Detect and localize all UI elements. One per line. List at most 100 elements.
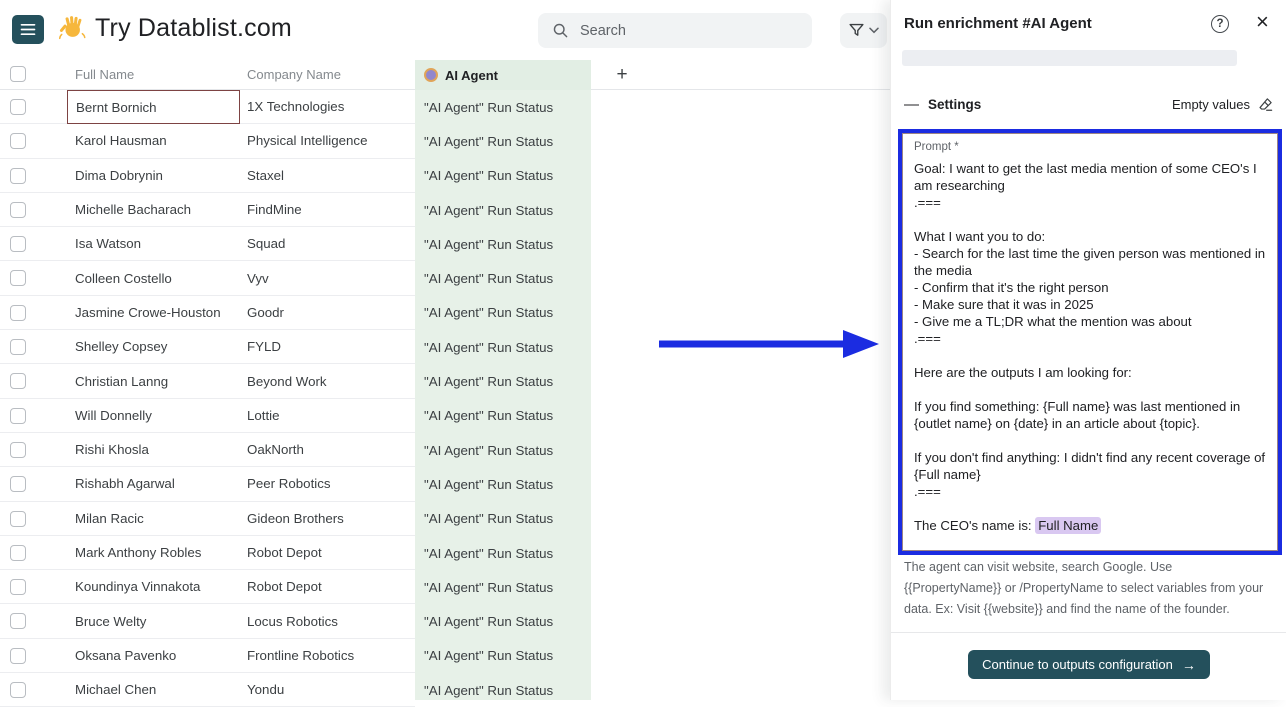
table-row[interactable]: Milan Racic Gideon Brothers "AI Agent" R… (0, 502, 890, 536)
company-name-cell[interactable]: FYLD (240, 330, 415, 364)
full-name-cell[interactable]: Michael Chen (67, 673, 240, 707)
row-checkbox[interactable] (10, 305, 26, 321)
table-row[interactable]: Bruce Welty Locus Robotics "AI Agent" Ru… (0, 604, 890, 638)
help-icon[interactable]: ? (1211, 15, 1229, 33)
row-checkbox[interactable] (10, 408, 26, 424)
row-checkbox[interactable] (10, 373, 26, 389)
full-name-cell[interactable]: Jasmine Crowe-Houston (67, 296, 240, 330)
company-name-cell[interactable]: Robot Depot (240, 536, 415, 570)
ai-agent-status-cell[interactable]: "AI Agent" Run Status (415, 90, 591, 124)
full-name-cell[interactable]: Oksana Pavenko (67, 639, 240, 673)
row-checkbox[interactable] (10, 270, 26, 286)
table-row[interactable]: Bernt Bornich 1X Technologies "AI Agent"… (0, 90, 890, 124)
ai-agent-status-cell[interactable]: "AI Agent" Run Status (415, 604, 591, 638)
full-name-cell[interactable]: Koundinya Vinnakota (67, 570, 240, 604)
company-name-cell[interactable]: Frontline Robotics (240, 639, 415, 673)
table-row[interactable]: Will Donnelly Lottie "AI Agent" Run Stat… (0, 399, 890, 433)
column-header-full-name[interactable]: Full Name (75, 67, 134, 82)
add-column-button[interactable]: + (608, 61, 636, 89)
ai-agent-status-cell[interactable]: "AI Agent" Run Status (415, 639, 591, 673)
ai-agent-status-cell[interactable]: "AI Agent" Run Status (415, 296, 591, 330)
table-row[interactable]: Koundinya Vinnakota Robot Depot "AI Agen… (0, 570, 890, 604)
company-name-cell[interactable]: Lottie (240, 399, 415, 433)
ai-agent-status-cell[interactable]: "AI Agent" Run Status (415, 227, 591, 261)
ai-agent-status-cell[interactable]: "AI Agent" Run Status (415, 570, 591, 604)
row-checkbox[interactable] (10, 202, 26, 218)
company-name-cell[interactable]: Goodr (240, 296, 415, 330)
full-name-cell[interactable]: Christian Lanng (67, 364, 240, 398)
full-name-cell[interactable]: Bruce Welty (67, 604, 240, 638)
ai-agent-status-cell[interactable]: "AI Agent" Run Status (415, 124, 591, 158)
company-name-cell[interactable]: Physical Intelligence (240, 124, 415, 158)
collapse-settings-toggle[interactable]: — (904, 96, 928, 113)
company-name-cell[interactable]: OakNorth (240, 433, 415, 467)
full-name-cell[interactable]: Isa Watson (67, 227, 240, 261)
table-row[interactable]: Rishabh Agarwal Peer Robotics "AI Agent"… (0, 467, 890, 501)
table-row[interactable]: Isa Watson Squad "AI Agent" Run Status (0, 227, 890, 261)
company-name-cell[interactable]: FindMine (240, 193, 415, 227)
table-row[interactable]: Michelle Bacharach FindMine "AI Agent" R… (0, 193, 890, 227)
prompt-text[interactable]: Goal: I want to get the last media menti… (914, 160, 1266, 555)
row-checkbox[interactable] (10, 511, 26, 527)
search-input[interactable]: Search (538, 13, 812, 48)
select-all-checkbox[interactable] (10, 66, 26, 82)
table-row[interactable]: Jasmine Crowe-Houston Goodr "AI Agent" R… (0, 296, 890, 330)
ai-agent-status-cell[interactable]: "AI Agent" Run Status (415, 433, 591, 467)
table-row[interactable]: Colleen Costello Vyv "AI Agent" Run Stat… (0, 261, 890, 295)
row-checkbox[interactable] (10, 236, 26, 252)
row-checkbox[interactable] (10, 682, 26, 698)
table-row[interactable]: Oksana Pavenko Frontline Robotics "AI Ag… (0, 639, 890, 673)
company-name-cell[interactable]: Locus Robotics (240, 604, 415, 638)
ai-agent-status-cell[interactable]: "AI Agent" Run Status (415, 159, 591, 193)
row-checkbox[interactable] (10, 545, 26, 561)
company-name-cell[interactable]: Peer Robotics (240, 467, 415, 501)
row-checkbox[interactable] (10, 442, 26, 458)
full-name-cell[interactable]: Rishi Khosla (67, 433, 240, 467)
ai-agent-status-cell[interactable]: "AI Agent" Run Status (415, 193, 591, 227)
full-name-cell[interactable]: Dima Dobrynin (67, 159, 240, 193)
company-name-cell[interactable]: Yondu (240, 673, 415, 707)
continue-button[interactable]: Continue to outputs configuration → (968, 650, 1210, 679)
eraser-icon[interactable] (1257, 96, 1274, 113)
company-name-cell[interactable]: Vyv (240, 261, 415, 295)
company-name-cell[interactable]: Staxel (240, 159, 415, 193)
empty-values-button[interactable]: Empty values (1172, 97, 1250, 112)
ai-agent-status-cell[interactable]: "AI Agent" Run Status (415, 673, 591, 707)
row-checkbox[interactable] (10, 99, 26, 115)
company-name-cell[interactable]: 1X Technologies (240, 90, 415, 124)
ai-agent-status-cell[interactable]: "AI Agent" Run Status (415, 502, 591, 536)
full-name-cell[interactable]: Karol Hausman (67, 124, 240, 158)
row-checkbox[interactable] (10, 168, 26, 184)
row-checkbox[interactable] (10, 648, 26, 664)
column-header-ai-agent[interactable]: AI Agent (415, 60, 591, 90)
ai-agent-status-cell[interactable]: "AI Agent" Run Status (415, 399, 591, 433)
ai-agent-status-cell[interactable]: "AI Agent" Run Status (415, 536, 591, 570)
full-name-cell[interactable]: Milan Racic (67, 502, 240, 536)
table-row[interactable]: Karol Hausman Physical Intelligence "AI … (0, 124, 890, 158)
table-row[interactable]: Mark Anthony Robles Robot Depot "AI Agen… (0, 536, 890, 570)
ai-agent-status-cell[interactable]: "AI Agent" Run Status (415, 467, 591, 501)
company-name-cell[interactable]: Beyond Work (240, 364, 415, 398)
full-name-cell[interactable]: Rishabh Agarwal (67, 467, 240, 501)
full-name-cell[interactable]: Michelle Bacharach (67, 193, 240, 227)
ai-agent-status-cell[interactable]: "AI Agent" Run Status (415, 330, 591, 364)
column-header-company-name[interactable]: Company Name (247, 67, 341, 82)
full-name-cell[interactable]: Mark Anthony Robles (67, 536, 240, 570)
table-row[interactable]: Rishi Khosla OakNorth "AI Agent" Run Sta… (0, 433, 890, 467)
ai-agent-status-cell[interactable]: "AI Agent" Run Status (415, 261, 591, 295)
row-checkbox[interactable] (10, 133, 26, 149)
full-name-cell[interactable]: Will Donnelly (67, 399, 240, 433)
company-name-cell[interactable]: Gideon Brothers (240, 502, 415, 536)
full-name-cell[interactable]: Bernt Bornich (67, 90, 240, 124)
table-row[interactable]: Michael Chen Yondu "AI Agent" Run Status (0, 673, 890, 707)
table-row[interactable]: Christian Lanng Beyond Work "AI Agent" R… (0, 364, 890, 398)
full-name-cell[interactable]: Colleen Costello (67, 261, 240, 295)
row-checkbox[interactable] (10, 579, 26, 595)
row-checkbox[interactable] (10, 476, 26, 492)
full-name-cell[interactable]: Shelley Copsey (67, 330, 240, 364)
close-icon[interactable]: × (1252, 9, 1273, 35)
company-name-cell[interactable]: Robot Depot (240, 570, 415, 604)
row-checkbox[interactable] (10, 339, 26, 355)
row-checkbox[interactable] (10, 613, 26, 629)
ai-agent-status-cell[interactable]: "AI Agent" Run Status (415, 364, 591, 398)
